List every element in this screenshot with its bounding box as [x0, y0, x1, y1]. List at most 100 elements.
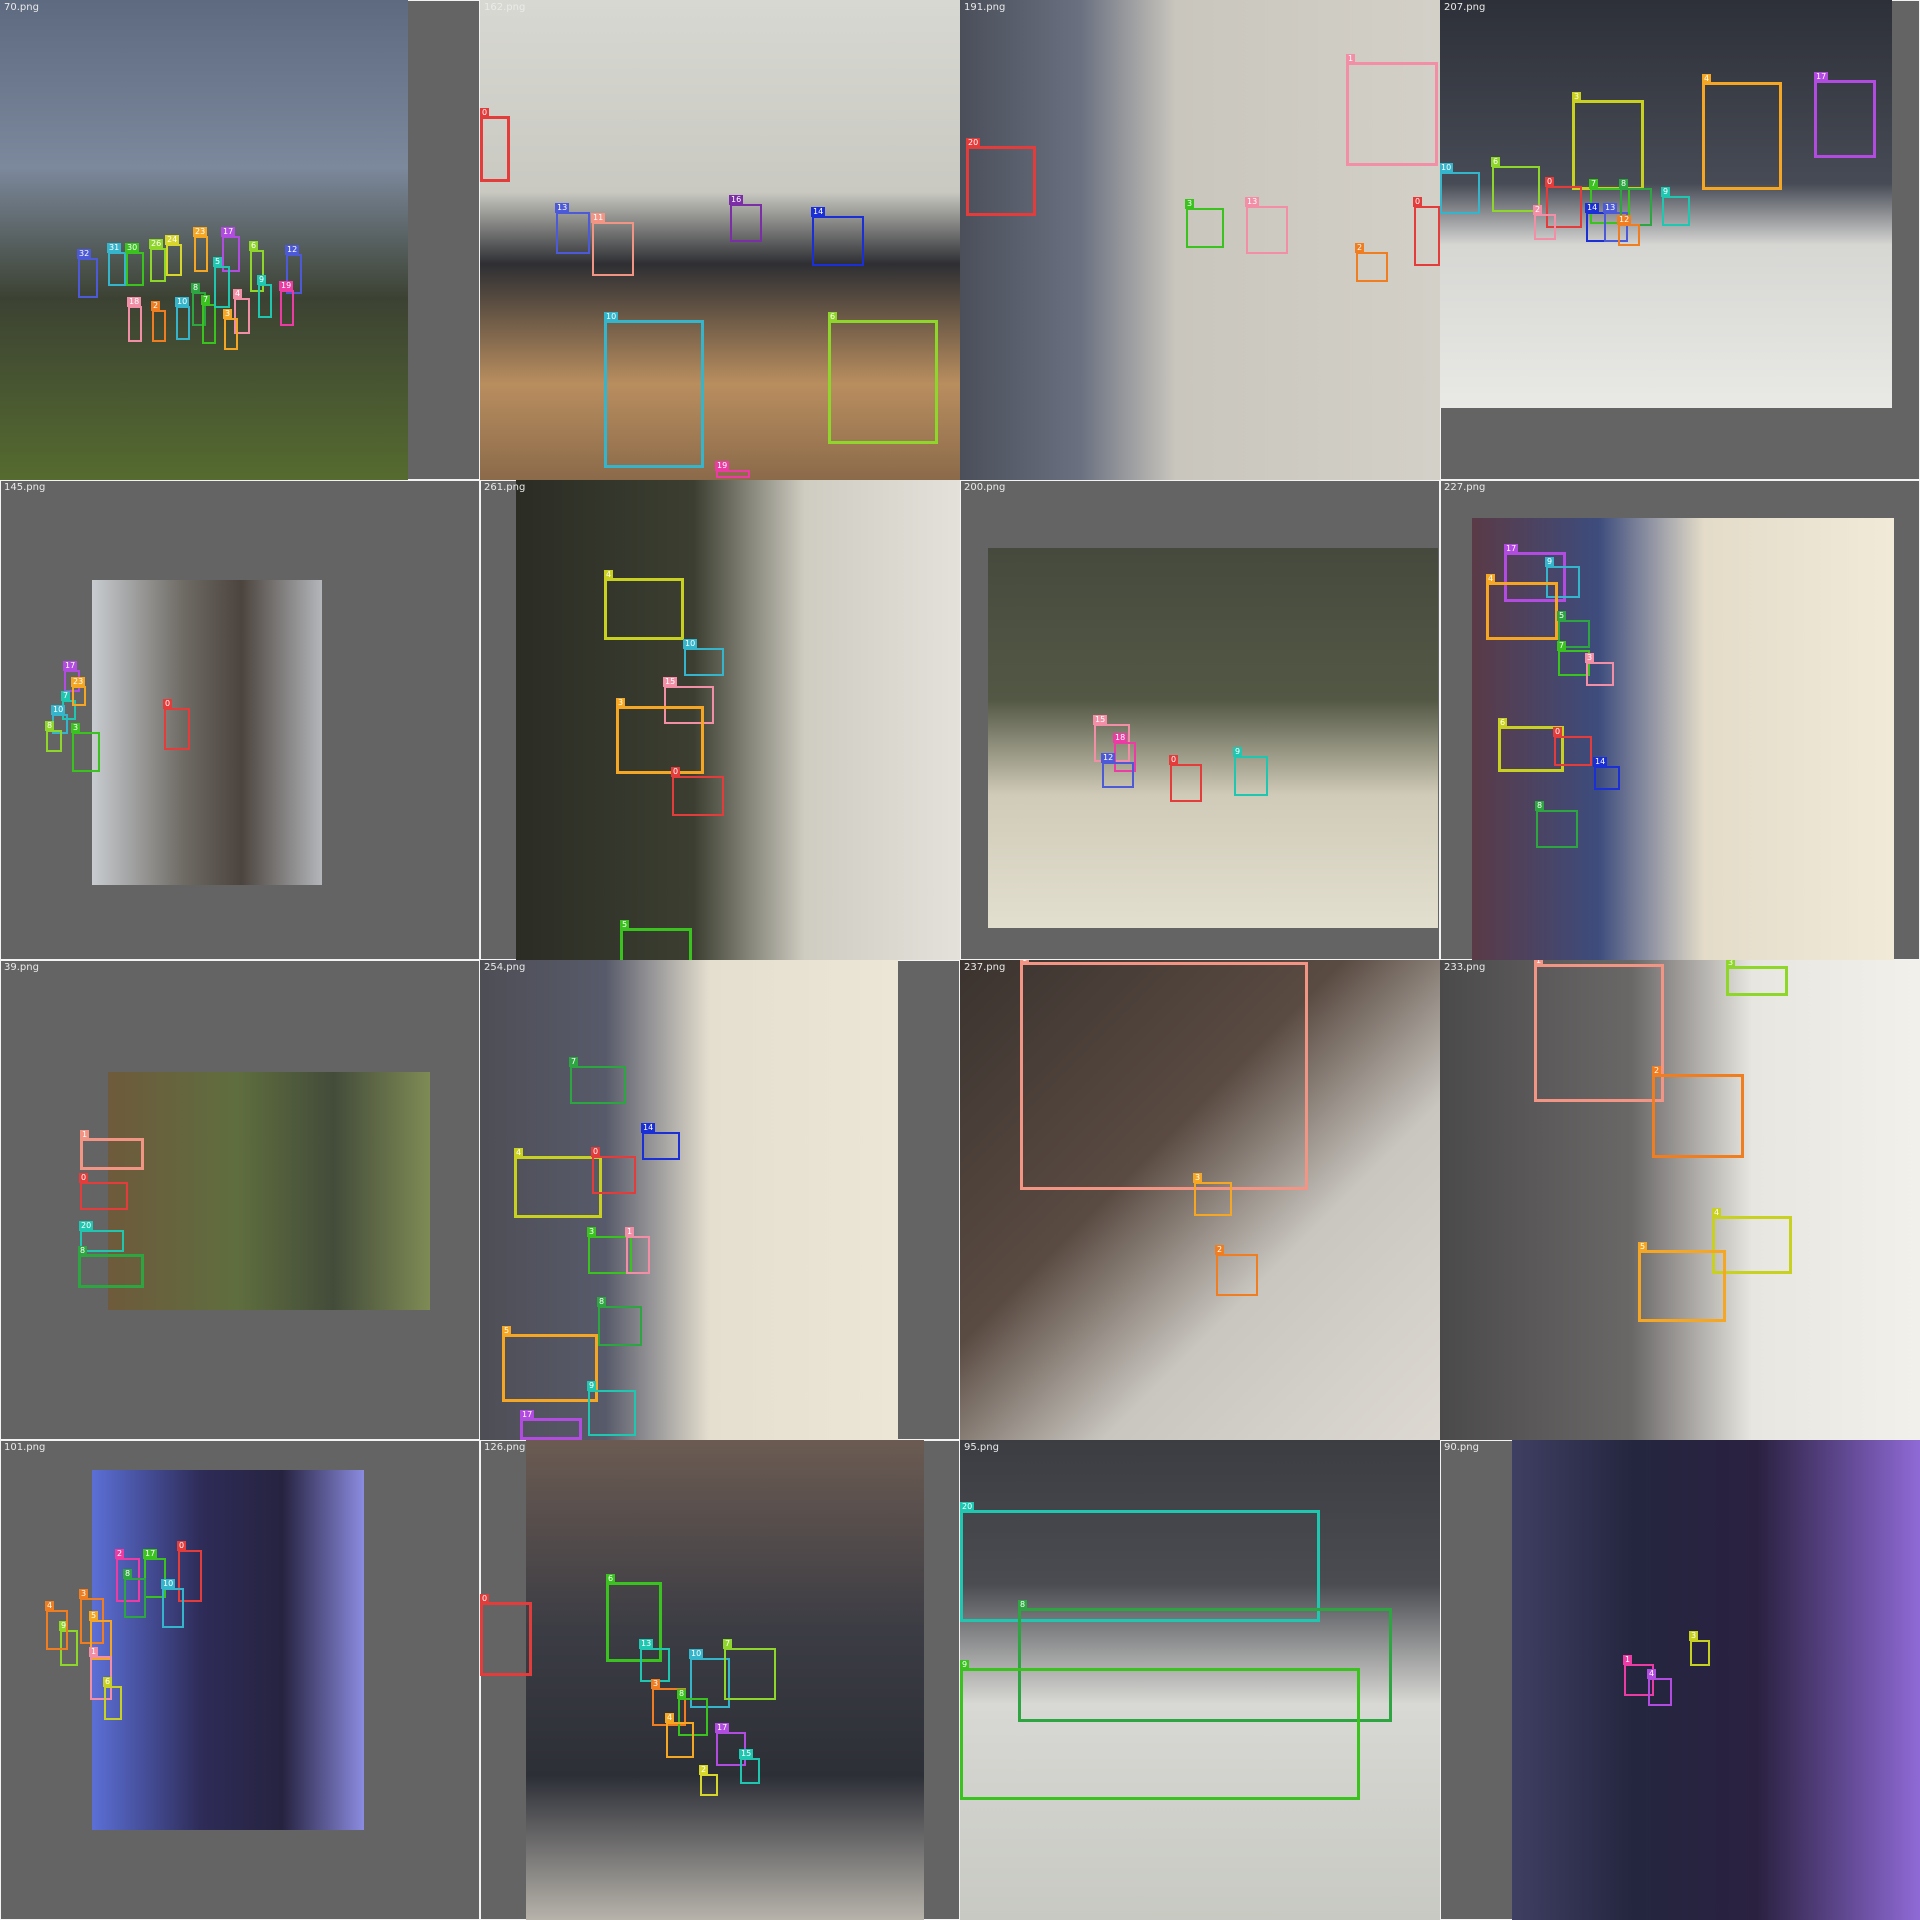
detection-box[interactable]: 9 [1661, 187, 1690, 226]
detection-box[interactable]: 8 [78, 1246, 144, 1288]
detection-box[interactable]: 0 [163, 699, 190, 750]
detection-box[interactable]: 7 [201, 295, 216, 344]
detection-box[interactable]: 6 [103, 1677, 122, 1720]
detection-box[interactable]: 4 [604, 570, 684, 640]
detection-box[interactable]: 2 [151, 301, 166, 342]
detection-box[interactable]: 11 [591, 213, 634, 276]
detection-box[interactable]: 8 [45, 721, 62, 752]
detection-box[interactable]: 0 [591, 1147, 636, 1194]
detection-box[interactable]: 3 [1585, 653, 1614, 686]
detection-box[interactable]: 5 [213, 257, 230, 308]
detection-box[interactable]: 3 [1572, 92, 1644, 190]
detection-box[interactable]: 0 [1553, 727, 1592, 766]
detection-box[interactable]: 0 [1413, 197, 1440, 266]
tile-39[interactable]: 39.png 1 0 20 8 [0, 960, 480, 1440]
tile-126[interactable]: 126.png 0 6 13 10 7 3 8 4 17 2 15 [480, 1440, 960, 1920]
tile-207[interactable]: 207.png 17 4 3 10 6 0 7 14 13 8 9 12 2 [1440, 0, 1920, 480]
detection-box[interactable]: 13 [1245, 197, 1288, 254]
detection-box[interactable]: 4 [45, 1601, 68, 1650]
detection-box[interactable]: 20 [960, 1502, 1320, 1622]
tile-200[interactable]: 200.png 15 18 12 0 9 [960, 480, 1440, 960]
tile-227[interactable]: 227.png 17 9 4 5 7 3 6 0 14 8 [1440, 480, 1920, 960]
detection-box[interactable]: 12 [1101, 753, 1134, 788]
detection-box[interactable]: 10 [161, 1579, 184, 1628]
detection-box[interactable]: 7 [569, 1057, 626, 1104]
tile-191[interactable]: 191.png 1 20 3 13 0 2 [960, 0, 1440, 480]
detection-box[interactable]: 4 [1486, 574, 1558, 640]
tile-145[interactable]: 145.png 17 7 23 10 8 3 0 [0, 480, 480, 960]
detection-box[interactable]: 14 [811, 207, 864, 266]
detection-box[interactable]: 31 [107, 243, 126, 286]
detection-box[interactable]: 0 [1169, 755, 1202, 802]
detection-box[interactable]: 9 [1233, 747, 1268, 796]
detection-box[interactable]: 8 [123, 1569, 146, 1618]
detection-box[interactable]: 24 [165, 235, 182, 276]
detection-box[interactable]: 20 [966, 138, 1036, 216]
detection-box[interactable]: 1 [1534, 960, 1664, 1102]
detection-box[interactable]: 6 [828, 312, 938, 444]
detection-box[interactable]: 2 [1215, 1245, 1258, 1296]
detection-box[interactable]: 4 [514, 1148, 602, 1218]
detection-box[interactable]: 16 [729, 195, 762, 242]
detection-box[interactable]: 1 [80, 1130, 144, 1170]
tile-70[interactable]: 70.png 32 31 30 26 24 23 17 12 18 2 10 8 7 5 4 3 6 9 19 [0, 0, 480, 480]
detection-box[interactable]: 14 [1593, 757, 1620, 790]
detection-box[interactable]: 8 [597, 1297, 642, 1346]
detection-box[interactable]: 12 [1617, 215, 1640, 246]
detection-box[interactable]: 5 [1638, 1242, 1726, 1322]
detection-box[interactable]: 9 [257, 275, 272, 318]
detection-box[interactable]: 0 [671, 767, 724, 816]
detection-box[interactable]: 23 [71, 677, 86, 706]
tile-233[interactable]: 233.png 1 3 2 4 5 [1440, 960, 1920, 1440]
detection-box[interactable]: 2 [1533, 205, 1556, 240]
tile-254[interactable]: 254.png 7 14 4 0 3 1 8 5 9 17 [480, 960, 960, 1440]
detection-box[interactable]: 0 [480, 1594, 532, 1676]
detection-box[interactable]: 30 [125, 243, 144, 286]
detection-box[interactable]: 1 [1020, 960, 1308, 1190]
tile-90[interactable]: 90.png 3 1 4 [1440, 1440, 1920, 1920]
detection-box[interactable]: 19 [279, 281, 294, 326]
detection-box[interactable]: 26 [149, 239, 166, 282]
detection-box[interactable]: 5 [502, 1326, 598, 1402]
detection-box[interactable]: 19 [715, 461, 750, 478]
detection-box[interactable]: 8 [1535, 801, 1578, 848]
detection-box[interactable]: 14 [1585, 203, 1606, 242]
detection-box[interactable]: 9 [587, 1381, 636, 1436]
detection-box[interactable]: 2 [1652, 1066, 1744, 1158]
detection-box[interactable]: 1 [1346, 54, 1438, 166]
detection-box[interactable]: 4 [1647, 1669, 1672, 1706]
detection-box[interactable]: 14 [641, 1123, 680, 1160]
tile-162[interactable]: 162.png 0 13 11 16 14 10 6 19 [480, 0, 960, 480]
detection-box[interactable]: 9 [960, 1660, 1360, 1800]
detection-box[interactable]: 10 [683, 639, 724, 676]
detection-box[interactable]: 3 [616, 698, 704, 774]
detection-box[interactable]: 10 [175, 297, 190, 340]
detection-box[interactable]: 3 [1726, 960, 1788, 996]
detection-box[interactable]: 3 [223, 309, 238, 350]
detection-box[interactable]: 3 [71, 723, 100, 772]
detection-box[interactable]: 10 [1440, 163, 1480, 214]
detection-box[interactable]: 0 [480, 108, 510, 182]
tile-95[interactable]: 95.png 20 8 9 [960, 1440, 1440, 1920]
detection-box[interactable]: 2 [1355, 243, 1388, 282]
detection-box[interactable]: 7 [723, 1639, 776, 1700]
detection-box[interactable]: 23 [193, 227, 208, 272]
detection-box[interactable]: 17 [520, 1410, 582, 1440]
detection-box[interactable]: 0 [79, 1173, 128, 1210]
detection-box[interactable]: 32 [77, 249, 98, 298]
tile-261[interactable]: 261.png 4 10 15 3 0 5 [480, 480, 960, 960]
detection-box[interactable]: 15 [739, 1749, 760, 1784]
detection-box[interactable]: 3 [1689, 1631, 1710, 1666]
detection-box[interactable]: 13 [555, 203, 590, 254]
detection-box[interactable]: 3 [1185, 199, 1224, 248]
tile-101[interactable]: 101.png 0 2 17 8 10 3 5 9 1 4 6 [0, 1440, 480, 1920]
detection-box[interactable]: 17 [1814, 72, 1876, 158]
detection-box[interactable]: 2 [699, 1765, 718, 1796]
detection-box[interactable]: 4 [1702, 74, 1782, 190]
detection-box[interactable]: 13 [639, 1639, 670, 1682]
detection-box[interactable]: 4 [665, 1713, 694, 1758]
tile-237[interactable]: 237.png 1 3 2 [960, 960, 1440, 1440]
detection-box[interactable]: 5 [620, 920, 692, 960]
detection-box[interactable]: 10 [604, 312, 704, 468]
detection-box[interactable]: 3 [1193, 1173, 1232, 1216]
